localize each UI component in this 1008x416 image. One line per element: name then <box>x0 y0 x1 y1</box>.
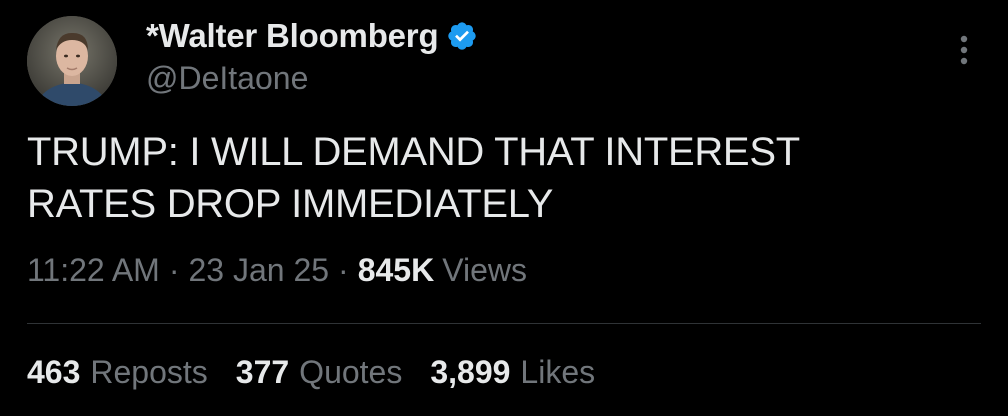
verified-badge-icon[interactable] <box>446 20 478 52</box>
author-handle[interactable]: @DeItaone <box>146 60 308 97</box>
author-name-row: *Walter Bloomberg <box>146 14 478 58</box>
tweet: *Walter Bloomberg @DeItaone TRUMP: I WIL… <box>0 0 1008 416</box>
tweet-text-line: TRUMP: I WILL DEMAND THAT INTEREST <box>27 130 800 174</box>
tweet-date[interactable]: 23 Jan 25 <box>188 252 329 289</box>
reposts-count: 463 <box>27 354 81 390</box>
quotes-label: Quotes <box>299 354 403 390</box>
views-count: 845K <box>357 252 435 288</box>
engagement-stats: 463 Reposts 377 Quotes 3,899 Likes <box>27 354 623 391</box>
likes-stat[interactable]: 3,899 Likes <box>430 354 595 391</box>
avatar-image <box>27 16 117 106</box>
avatar[interactable] <box>27 16 117 106</box>
author-display-name[interactable]: *Walter Bloomberg <box>146 17 439 55</box>
views-label: Views <box>442 252 527 288</box>
meta-separator: · <box>338 252 349 288</box>
more-options-icon[interactable] <box>944 30 984 70</box>
quotes-count: 377 <box>235 354 290 390</box>
divider <box>27 323 981 324</box>
reposts-label: Reposts <box>90 354 208 390</box>
likes-count: 3,899 <box>430 354 511 390</box>
likes-label: Likes <box>520 354 596 390</box>
tweet-text: TRUMP: I WILL DEMAND THAT INTEREST RATES… <box>27 126 957 230</box>
tweet-meta: 11:22 AM · 23 Jan 25 · 845K Views <box>27 252 527 289</box>
tweet-text-line: RATES DROP IMMEDIATELY <box>27 182 554 226</box>
meta-separator: · <box>168 252 180 288</box>
reposts-stat[interactable]: 463 Reposts <box>27 354 208 391</box>
quotes-stat[interactable]: 377 Quotes <box>236 354 403 391</box>
tweet-time[interactable]: 11:22 AM <box>27 252 160 289</box>
